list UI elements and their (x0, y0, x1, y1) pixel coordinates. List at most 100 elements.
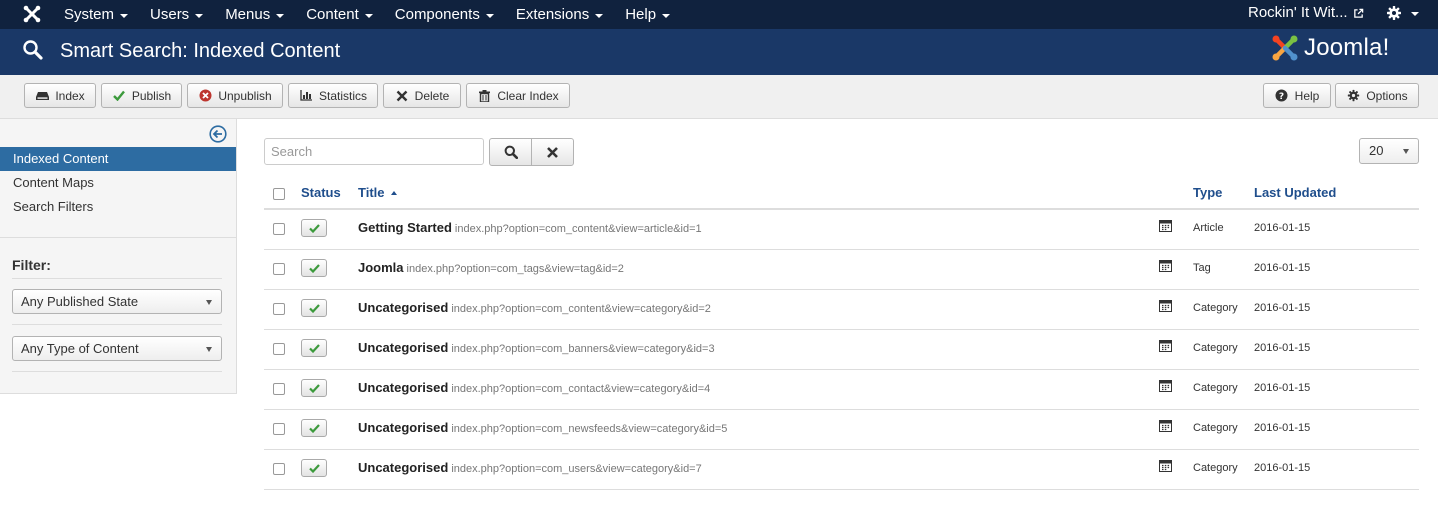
row-date: 2016-01-15 (1254, 382, 1311, 394)
row-url: index.php?option=com_newsfeeds&view=cate… (451, 423, 728, 435)
calendar-icon (1159, 260, 1172, 272)
status-toggle-button[interactable] (301, 339, 327, 357)
publish-button[interactable]: Publish (101, 83, 182, 108)
svg-text:?: ? (1279, 92, 1284, 102)
status-toggle-button[interactable] (301, 299, 327, 317)
row-checkbox[interactable] (273, 423, 285, 435)
menu-components[interactable]: Components (383, 0, 504, 29)
row-checkbox[interactable] (273, 343, 285, 355)
help-button[interactable]: ? Help (1263, 83, 1331, 108)
sidebar-item-content-maps[interactable]: Content Maps (0, 171, 236, 195)
status-toggle-button[interactable] (301, 379, 327, 397)
status-column-header[interactable]: Status (301, 185, 341, 200)
status-toggle-button[interactable] (301, 219, 327, 237)
status-toggle-button[interactable] (301, 419, 327, 437)
row-date: 2016-01-15 (1254, 422, 1311, 434)
menu-users[interactable]: Users (138, 0, 213, 29)
row-checkbox[interactable] (273, 303, 285, 315)
check-icon (308, 423, 320, 433)
content-type-select[interactable]: Any Type of Content (12, 336, 222, 361)
row-type: Category (1193, 422, 1238, 434)
calendar-icon (1159, 460, 1172, 472)
clear-search-button[interactable] (531, 138, 574, 166)
row-date: 2016-01-15 (1254, 302, 1311, 314)
type-column-header[interactable]: Type (1193, 185, 1222, 200)
menu-menus[interactable]: Menus (213, 0, 294, 29)
menu-help[interactable]: Help (613, 0, 680, 29)
row-url: index.php?option=com_tags&view=tag&id=2 (406, 263, 624, 275)
menu-system[interactable]: System (52, 0, 138, 29)
status-toggle-button[interactable] (301, 459, 327, 477)
sidebar-item-search-filters[interactable]: Search Filters (0, 195, 236, 219)
select-all-checkbox[interactable] (273, 188, 285, 200)
row-title: Uncategorised index.php?option=com_banner… (358, 340, 715, 355)
top-navbar: System Users Menus Content Components Ex… (0, 0, 1438, 29)
table-row: Uncategorised index.php?option=com_conten… (264, 290, 1419, 330)
filter-separator (12, 371, 222, 372)
sort-asc-icon (390, 191, 397, 195)
filter-label: Filter: (12, 257, 51, 273)
row-type: Category (1193, 462, 1238, 474)
row-title: Getting Started index.php?option=com_cont… (358, 220, 702, 235)
caret-down-icon (595, 13, 604, 18)
row-url: index.php?option=com_content&view=articl… (454, 223, 702, 235)
index-button[interactable]: Index (24, 83, 96, 108)
page-header: Smart Search: Indexed Content Joomla! (0, 29, 1438, 75)
joomla-brand: Joomla! (1270, 33, 1389, 63)
unpublish-icon (198, 89, 212, 103)
check-icon (308, 223, 320, 233)
sidebar: Indexed Content Content Maps Search Filt… (0, 119, 237, 394)
delete-button[interactable]: Delete (383, 83, 461, 108)
search-button[interactable] (489, 138, 532, 166)
joomla-logo-icon[interactable] (22, 4, 42, 24)
site-link[interactable]: Rockin' It Wit... (1248, 0, 1364, 26)
row-checkbox[interactable] (273, 263, 285, 275)
table-row: Uncategorised index.php?option=com_contac… (264, 370, 1419, 410)
published-state-select[interactable]: Any Published State (12, 289, 222, 314)
calendar-icon (1159, 380, 1172, 392)
row-url: index.php?option=com_contact&view=catego… (451, 383, 711, 395)
collapse-sidebar-icon[interactable] (209, 125, 227, 143)
row-type: Category (1193, 342, 1238, 354)
filter-divider (12, 278, 222, 279)
external-link-icon (1353, 8, 1363, 18)
check-icon (308, 343, 320, 353)
sidebar-item-indexed-content[interactable]: Indexed Content (0, 147, 236, 171)
row-url: index.php?option=com_content&view=catego… (451, 303, 711, 315)
row-checkbox[interactable] (273, 463, 285, 475)
row-date: 2016-01-15 (1254, 462, 1311, 474)
brand-text: Joomla! (1304, 34, 1390, 61)
row-type: Category (1193, 302, 1238, 314)
gear-icon (1387, 6, 1401, 20)
search-icon (23, 40, 43, 60)
menu-extensions[interactable]: Extensions (504, 0, 613, 29)
caret-down-icon (276, 13, 285, 18)
row-date: 2016-01-15 (1254, 262, 1311, 274)
calendar-icon (1159, 300, 1172, 312)
status-toggle-button[interactable] (301, 259, 327, 277)
unpublish-button[interactable]: Unpublish (187, 83, 283, 108)
last-updated-column-header[interactable]: Last Updated (1254, 185, 1336, 200)
calendar-icon (1159, 220, 1172, 232)
list-limit-select[interactable]: 20 (1359, 138, 1419, 164)
search-input[interactable] (264, 138, 484, 165)
clear-index-button[interactable]: Clear Index (466, 83, 570, 108)
caret-down-icon (662, 13, 671, 18)
table-body: Getting Started index.php?option=com_cont… (264, 210, 1419, 490)
trash-icon (477, 89, 491, 103)
statistics-button[interactable]: Statistics (288, 83, 378, 108)
dropdown-caret-icon (206, 300, 212, 305)
row-checkbox[interactable] (273, 383, 285, 395)
options-button[interactable]: Options (1335, 83, 1419, 108)
sidebar-divider (0, 237, 236, 238)
user-menu[interactable] (1386, 5, 1419, 21)
row-date: 2016-01-15 (1254, 222, 1311, 234)
check-icon (308, 303, 320, 313)
calendar-icon (1159, 420, 1172, 432)
title-column-header[interactable]: Title (358, 185, 397, 200)
main-menu: System Users Menus Content Components Ex… (52, 0, 680, 29)
dropdown-caret-icon (1403, 149, 1409, 154)
bar-chart-icon (299, 89, 313, 103)
menu-content[interactable]: Content (294, 0, 383, 29)
row-checkbox[interactable] (273, 223, 285, 235)
